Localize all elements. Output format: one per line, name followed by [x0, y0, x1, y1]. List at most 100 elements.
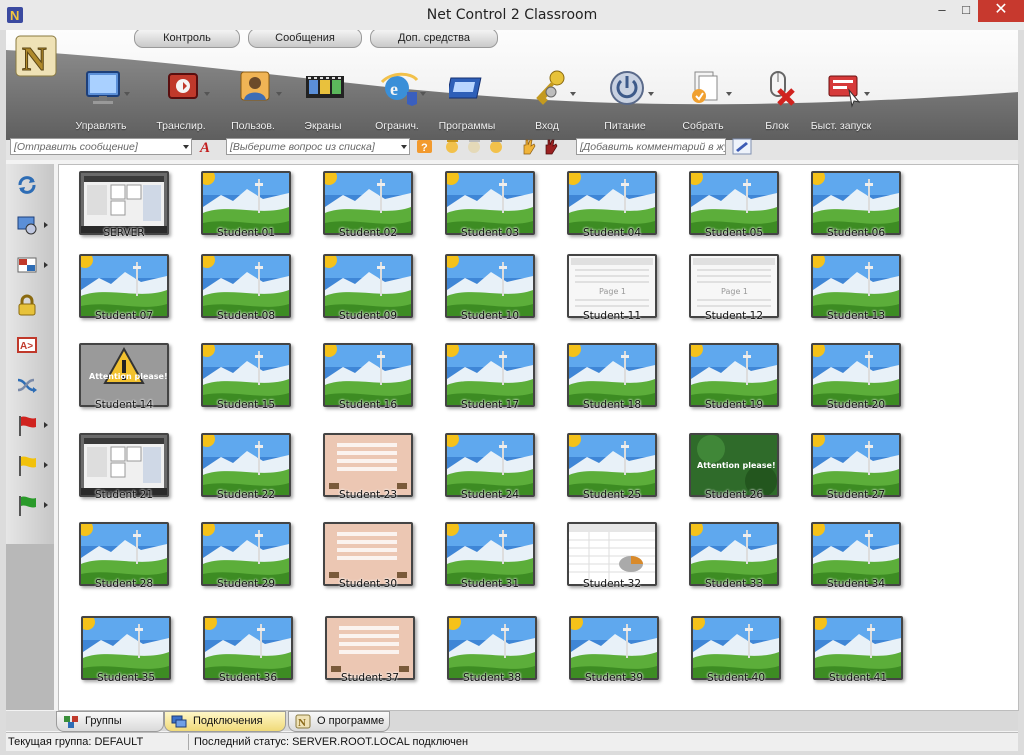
student-thumbnail[interactable]: Student 34: [811, 522, 901, 592]
student-thumbnail[interactable]: Student 36: [203, 616, 293, 686]
student-screen-preview: [447, 616, 537, 680]
toolbar-button-broadcast[interactable]: Транслир.: [146, 68, 216, 134]
student-thumbnail[interactable]: Student 25: [567, 433, 657, 503]
student-thumbnail[interactable]: Student 13: [811, 254, 901, 324]
student-thumbnail[interactable]: Student 40: [691, 616, 781, 686]
student-thumbnail[interactable]: Student 16: [323, 343, 413, 413]
text-message-icon[interactable]: A>: [16, 334, 38, 356]
student-thumbnail[interactable]: Student 02: [323, 171, 413, 241]
tab-about[interactable]: N О программе: [288, 711, 390, 732]
tab-extra-tools[interactable]: Доп. средства: [370, 30, 498, 48]
student-thumbnail[interactable]: Student 27: [811, 433, 901, 503]
chevron-down-icon[interactable]: [570, 92, 576, 96]
chevron-down-icon[interactable]: [420, 92, 426, 96]
student-thumbnail[interactable]: Student 08: [201, 254, 291, 324]
student-thumbnail[interactable]: Attention please! Student 26: [689, 433, 779, 503]
tab-connections[interactable]: Подключения: [164, 711, 286, 732]
student-thumbnail[interactable]: Student 09: [323, 254, 413, 324]
chevron-down-icon[interactable]: [183, 145, 189, 149]
toolbar-button-quick-launch[interactable]: Быст. запуск: [806, 68, 876, 134]
chevron-right-icon[interactable]: [44, 422, 48, 428]
monitor-options-icon[interactable]: [16, 214, 38, 236]
student-thumbnail[interactable]: Student 22: [201, 433, 291, 503]
chevron-down-icon[interactable]: [204, 92, 210, 96]
toolbar-button-user[interactable]: Пользов.: [218, 68, 288, 134]
tab-groups[interactable]: Группы: [56, 711, 164, 732]
student-thumbnail[interactable]: SERVER: [79, 171, 169, 241]
student-thumbnail[interactable]: Student 41: [813, 616, 903, 686]
chevron-right-icon[interactable]: [44, 222, 48, 228]
send-text-icon[interactable]: A: [198, 138, 215, 155]
send-message-combo[interactable]: [Отправить сообщение]: [10, 138, 192, 155]
close-button[interactable]: ✕: [978, 0, 1024, 22]
chevron-right-icon[interactable]: [44, 502, 48, 508]
student-thumbnail[interactable]: Student 23: [323, 433, 413, 503]
chevron-down-icon[interactable]: [648, 92, 654, 96]
hand-star-2-icon[interactable]: [466, 138, 483, 155]
student-thumbnail[interactable]: Student 35: [81, 616, 171, 686]
lock-icon[interactable]: [16, 294, 38, 316]
refresh-icon[interactable]: [16, 174, 38, 196]
student-thumbnail[interactable]: Student 05: [689, 171, 779, 241]
maximize-button[interactable]: □: [952, 0, 980, 22]
student-thumbnail[interactable]: Student 21: [79, 433, 169, 503]
chevron-right-icon[interactable]: [44, 262, 48, 268]
chevron-right-icon[interactable]: [44, 462, 48, 468]
student-thumbnail[interactable]: Student 28: [79, 522, 169, 592]
student-thumbnail[interactable]: Student 06: [811, 171, 901, 241]
student-thumbnail[interactable]: Student 32: [567, 522, 657, 592]
red-flag-icon[interactable]: [16, 414, 38, 436]
ask-question-icon[interactable]: ?: [416, 138, 433, 155]
question-combo[interactable]: [Выберите вопрос из списка]: [226, 138, 410, 155]
student-thumbnail[interactable]: Student 37: [325, 616, 415, 686]
log-comment-field[interactable]: [Добавить комментарий в жур: [576, 138, 726, 155]
student-thumbnail[interactable]: Student 31: [445, 522, 535, 592]
student-thumbnail[interactable]: Student 33: [689, 522, 779, 592]
hand-star-icon[interactable]: [444, 138, 461, 155]
layout-icon[interactable]: [16, 254, 38, 276]
student-thumbnail[interactable]: Student 24: [445, 433, 535, 503]
student-thumbnail[interactable]: Student 19: [689, 343, 779, 413]
student-name: Student 09: [338, 310, 398, 322]
tab-messages[interactable]: Сообщения: [248, 30, 362, 48]
green-flag-icon[interactable]: [16, 494, 38, 516]
student-thumbnail[interactable]: Page 1 Student 12: [689, 254, 779, 324]
student-thumbnail[interactable]: Student 39: [569, 616, 659, 686]
toolbar-button-ie-restrict[interactable]: e Огранич.: [362, 68, 432, 134]
student-thumbnail[interactable]: Student 20: [811, 343, 901, 413]
student-thumbnail[interactable]: Student 17: [445, 343, 535, 413]
yellow-flag-icon[interactable]: [16, 454, 38, 476]
toolbar-button-screens-filmstrip[interactable]: Экраны: [288, 68, 358, 134]
student-thumbnail[interactable]: Page 1 Student 11: [567, 254, 657, 324]
chevron-down-icon[interactable]: [726, 92, 732, 96]
hand-star-3-icon[interactable]: [488, 138, 505, 155]
chevron-down-icon[interactable]: [124, 92, 130, 96]
student-thumbnail[interactable]: Student 07: [79, 254, 169, 324]
lower-hand-icon[interactable]: [542, 138, 559, 155]
student-thumbnail[interactable]: Student 18: [567, 343, 657, 413]
student-thumbnail[interactable]: Student 10: [445, 254, 535, 324]
chevron-down-icon[interactable]: [401, 145, 407, 149]
toolbar-button-collect-files[interactable]: Собрать: [668, 68, 738, 134]
student-thumbnail[interactable]: Student 04: [567, 171, 657, 241]
student-thumbnail[interactable]: Student 38: [447, 616, 537, 686]
student-name: Student 22: [216, 489, 276, 501]
log-pen-icon[interactable]: [732, 138, 752, 155]
raise-hand-icon[interactable]: [520, 138, 537, 155]
chevron-down-icon[interactable]: [864, 92, 870, 96]
shuffle-icon[interactable]: [16, 374, 38, 396]
toolbar-button-keys[interactable]: Вход: [512, 68, 582, 134]
student-thumbnail[interactable]: Student 01: [201, 171, 291, 241]
chevron-down-icon[interactable]: [276, 92, 282, 96]
student-thumbnail[interactable]: Student 03: [445, 171, 535, 241]
student-thumbnail[interactable]: Student 29: [201, 522, 291, 592]
student-name: Student 10: [460, 310, 520, 322]
student-thumbnail[interactable]: Attention please! Student 14: [79, 343, 169, 413]
student-thumbnail[interactable]: Student 15: [201, 343, 291, 413]
toolbar-button-programs[interactable]: Программы: [432, 68, 502, 134]
student-thumbnail[interactable]: Student 30: [323, 522, 413, 592]
toolbar-button-monitor[interactable]: Управлять: [66, 68, 136, 134]
student-name: Student 29: [216, 578, 276, 590]
tab-control[interactable]: Контроль: [134, 30, 240, 48]
toolbar-button-power[interactable]: Питание: [590, 68, 660, 134]
